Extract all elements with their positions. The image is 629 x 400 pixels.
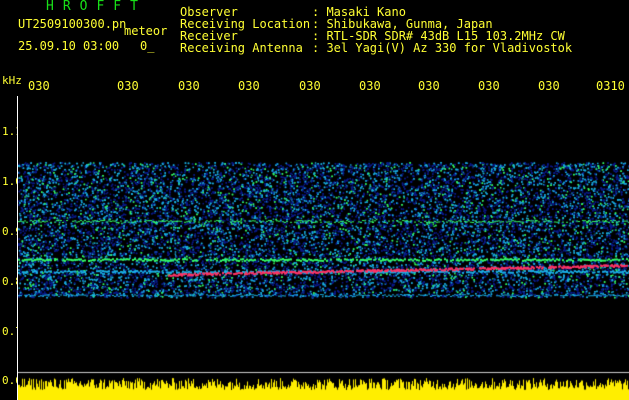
file-name: UT2509100300.pn (18, 17, 127, 31)
info-key-antenna: Receiving Antenna (180, 41, 303, 55)
timestamp: 25.09.10 03:00 (18, 39, 120, 53)
x-tick-6: 030 (418, 79, 440, 93)
x-tick-2: 030 (178, 79, 200, 93)
app-title: HROFFT (46, 0, 147, 14)
x-tick-1: 030 (117, 79, 139, 93)
x-tick-9: 0310 (596, 79, 625, 93)
x-tick-0: 030 (28, 79, 50, 93)
counter: 0_ (140, 39, 155, 53)
y-axis-unit-label: kHz (2, 74, 22, 87)
spectrogram-plot (18, 97, 629, 400)
x-tick-5: 030 (359, 79, 381, 93)
meteor-tag: meteor (124, 24, 168, 38)
x-tick-3: 030 (238, 79, 260, 93)
info-value-antenna: : 3el Yagi(V) Az 330 for Vladivostok (312, 41, 573, 55)
x-tick-7: 030 (478, 79, 500, 93)
x-tick-4: 030 (299, 79, 321, 93)
x-tick-8: 030 (538, 79, 560, 93)
